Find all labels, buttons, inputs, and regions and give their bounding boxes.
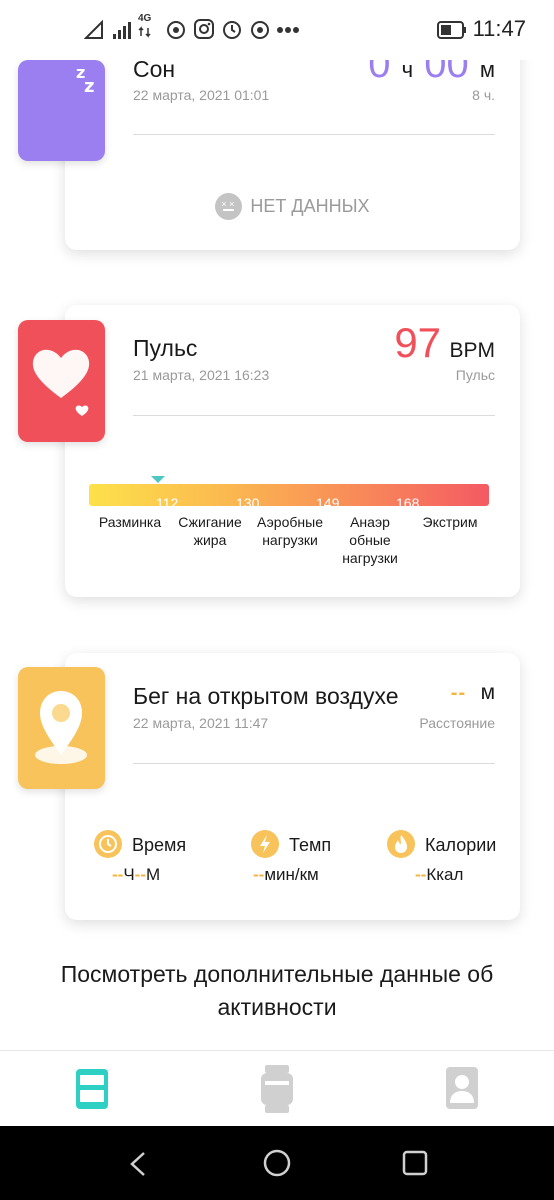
more-activity-link[interactable]: Посмотреть дополнительные данные об акти… (20, 958, 534, 1024)
pace-unit: мин/км (264, 865, 319, 884)
instagram-icon (194, 19, 214, 39)
zone-label-line: Анаэр (350, 514, 390, 530)
pulse-divider (133, 415, 495, 416)
pace-label: Темп (289, 835, 332, 855)
pulse-date: 21 марта, 2021 16:23 (133, 367, 270, 383)
more-dots-icon (277, 27, 299, 33)
lightning-icon (251, 830, 279, 858)
zone-tick: 130 (236, 495, 260, 511)
zone-tick: 149 (316, 495, 340, 511)
system-navigation-bar (0, 1126, 554, 1200)
run-title: Бег на открытом воздухе (133, 683, 399, 709)
calories-unit: Ккал (426, 865, 464, 884)
calories-number: -- (415, 865, 427, 884)
zone-label-anaerobic: Анаэр обные нагрузки (330, 513, 410, 567)
app-icon (251, 21, 269, 39)
zone-label-line: Аэробные (257, 514, 323, 530)
zone-label-line: обные (349, 532, 391, 548)
recents-icon[interactable] (402, 1150, 428, 1176)
run-date: 22 марта, 2021 11:47 (133, 715, 269, 731)
run-distance-label: Расстояние (419, 715, 495, 731)
bottom-navigation (0, 1050, 554, 1126)
run-divider (133, 763, 495, 764)
calories-label: Калории (425, 835, 497, 855)
pulse-sublabel: Пульс (455, 367, 495, 383)
zone-label-line: Разминка (98, 514, 162, 530)
data-arrows-icon (138, 26, 151, 38)
sleep-tile: z z (18, 60, 105, 161)
sleep-hours-unit: ч (401, 57, 414, 82)
pace-value: --мин/км (253, 865, 319, 885)
device-tab-icon (261, 1065, 293, 1113)
sleep-divider (133, 134, 495, 135)
zone-label-aerobic: Аэробные нагрузки (250, 513, 330, 549)
moon-icon: z z (49, 63, 94, 140)
svg-text:z: z (84, 76, 94, 97)
zone-label-line: Экстрим (422, 514, 478, 530)
pulse-card[interactable]: Пульс 97 BPM 21 марта, 2021 16:23 Пульс (65, 305, 520, 597)
clock-icon (94, 830, 122, 858)
zone-tick: 112 (156, 495, 179, 511)
outdoor-run-card[interactable]: Бег на открытом воздухе -- м 22 марта, 2… (65, 653, 520, 920)
pulse-number: 97 (394, 319, 442, 366)
pace-number: -- (253, 865, 265, 884)
pulse-tile (18, 320, 105, 442)
run-distance-value: -- м (451, 681, 495, 705)
sleep-date: 22 марта, 2021 01:01 (133, 87, 270, 103)
sad-face-icon: × × (215, 193, 243, 220)
sleep-goal: 8 ч. (472, 87, 495, 103)
run-tile (18, 667, 105, 789)
time-label: Время (132, 835, 187, 855)
zone-label-warmup: Разминка (90, 513, 170, 531)
flame-icon (387, 830, 415, 858)
time-hours-unit: Ч (123, 865, 135, 884)
heart-rate-zone-bar (89, 476, 489, 506)
time-minutes: -- (134, 865, 146, 884)
pulse-marker-icon (151, 476, 165, 483)
time-value: --Ч--М (112, 865, 160, 885)
zone-label-line: жира (193, 532, 227, 548)
zone-label-line: нагрузки (262, 532, 318, 548)
location-pin-icon (35, 691, 87, 764)
sleep-minutes-unit: м (479, 57, 495, 82)
zone-label-line: Сжигание (178, 514, 242, 530)
pulse-unit: BPM (449, 339, 495, 362)
tab-profile[interactable] (430, 1061, 494, 1117)
pulse-value: 97 BPM (394, 319, 495, 367)
sleep-title: Сон (133, 56, 176, 82)
home-icon[interactable] (262, 1148, 292, 1178)
zone-label-fat-burn: Сжигание жира (170, 513, 250, 549)
signal-icon (113, 22, 131, 39)
alarm-icon (223, 21, 241, 39)
clock-time: 11:47 (472, 16, 526, 41)
zone-label-extreme: Экстрим (410, 513, 490, 531)
tab-health[interactable] (60, 1061, 124, 1117)
pulse-title: Пульс (133, 335, 198, 361)
time-hours: -- (112, 865, 124, 884)
tab-device[interactable] (245, 1061, 309, 1117)
battery-icon (437, 21, 466, 39)
no-data-row: × × НЕТ ДАННЫХ (65, 193, 520, 220)
back-icon[interactable] (126, 1150, 150, 1178)
app-icon (167, 21, 185, 39)
time-minutes-unit: М (146, 865, 161, 884)
network-type: 4G (138, 13, 152, 24)
heart-icon (32, 349, 90, 416)
no-sim-icon (84, 20, 103, 39)
health-tab-icon (76, 1069, 108, 1109)
profile-tab-icon (446, 1067, 478, 1109)
calories-value: --Ккал (415, 865, 463, 885)
run-distance-number: -- (450, 682, 467, 704)
no-data-label: НЕТ ДАННЫХ (250, 196, 370, 216)
run-distance-unit: м (480, 681, 495, 704)
status-bar: 4G 11:47 (0, 0, 554, 60)
zone-label-line: нагрузки (342, 550, 398, 566)
zone-tick: 168 (396, 495, 420, 511)
